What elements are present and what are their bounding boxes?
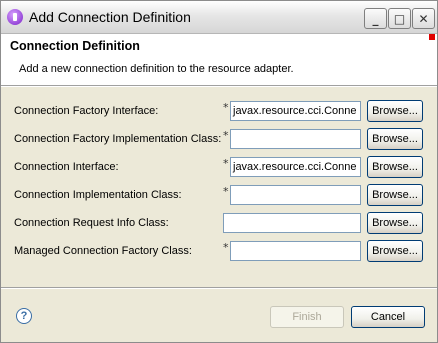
field-row-connection-interface: Connection Interface: * javax.resource.c… <box>1 156 437 179</box>
field-row-request-info: Connection Request Info Class: Browse... <box>1 212 437 235</box>
field-row-factory-interface: Connection Factory Interface: * javax.re… <box>1 100 437 123</box>
help-button[interactable]: ? <box>16 308 32 324</box>
field-label: Connection Interface: <box>14 161 119 173</box>
page-title: Connection Definition <box>10 39 140 53</box>
footer-divider-highlight <box>1 288 437 289</box>
field-label: Connection Implementation Class: <box>14 189 182 201</box>
browse-button[interactable]: Browse... <box>367 128 423 150</box>
header-divider <box>1 86 437 87</box>
wizard-header: Connection Definition Add a new connecti… <box>1 34 437 86</box>
field-label: Connection Factory Interface: <box>14 105 159 117</box>
minimize-button[interactable]: _ <box>364 8 387 29</box>
browse-button[interactable]: Browse... <box>367 184 423 206</box>
required-marker: * <box>223 101 229 114</box>
field-row-managed-factory: Managed Connection Factory Class: * Brow… <box>1 240 437 263</box>
field-label: Connection Request Info Class: <box>14 217 169 229</box>
window-title: Add Connection Definition <box>29 9 191 25</box>
field-label: Managed Connection Factory Class: <box>14 245 192 257</box>
field-row-connection-impl: Connection Implementation Class: * Brows… <box>1 184 437 207</box>
request-info-input[interactable] <box>223 213 361 233</box>
browse-button[interactable]: Browse... <box>367 100 423 122</box>
factory-impl-input[interactable] <box>230 129 361 149</box>
browse-button[interactable]: Browse... <box>367 212 423 234</box>
finish-button[interactable]: Finish <box>270 306 344 328</box>
required-marker: * <box>223 241 229 254</box>
field-label: Connection Factory Implementation Class: <box>14 133 222 145</box>
required-marker: * <box>223 129 229 142</box>
minimize-icon: _ <box>372 11 379 26</box>
maximize-icon: □ <box>393 11 406 26</box>
connection-interface-input[interactable]: javax.resource.cci.Conne <box>230 157 361 177</box>
dialog-window: Add Connection Definition _ □ ✕ Connecti… <box>0 0 438 343</box>
managed-factory-input[interactable] <box>230 241 361 261</box>
connection-impl-input[interactable] <box>230 185 361 205</box>
close-icon: ✕ <box>418 11 429 26</box>
factory-interface-input[interactable]: javax.resource.cci.Conne <box>230 101 361 121</box>
page-description: Add a new connection definition to the r… <box>19 63 294 75</box>
required-marker: * <box>223 185 229 198</box>
app-icon <box>7 9 23 25</box>
cancel-button[interactable]: Cancel <box>351 306 425 328</box>
maximize-button[interactable]: □ <box>388 8 411 29</box>
help-icon: ? <box>20 310 28 322</box>
browse-button[interactable]: Browse... <box>367 156 423 178</box>
field-row-factory-impl: Connection Factory Implementation Class:… <box>1 128 437 151</box>
title-bar[interactable]: Add Connection Definition _ □ ✕ <box>1 1 437 34</box>
required-marker: * <box>223 157 229 170</box>
close-button[interactable]: ✕ <box>412 8 435 29</box>
corner-marker <box>429 34 435 40</box>
browse-button[interactable]: Browse... <box>367 240 423 262</box>
